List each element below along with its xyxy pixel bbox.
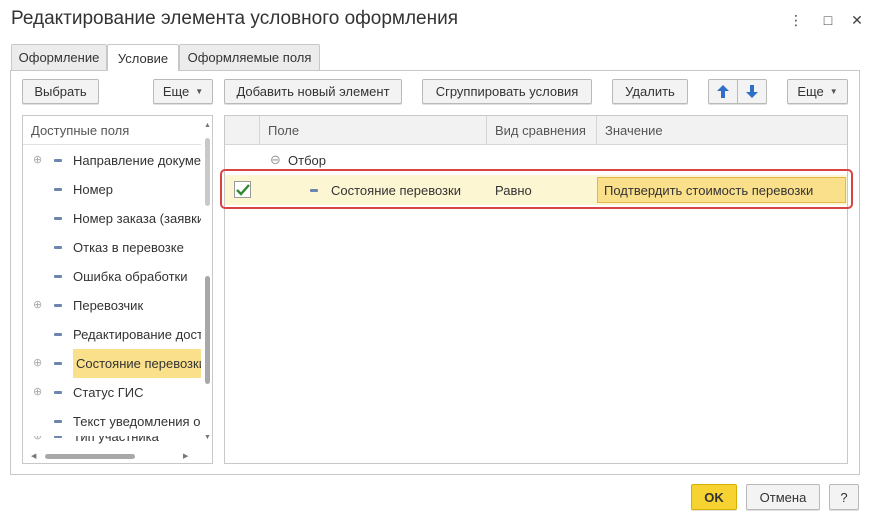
select-button[interactable]: Выбрать (22, 79, 99, 104)
group-row[interactable]: ⊖ Отбор (225, 145, 847, 175)
collapse-icon[interactable]: ⊖ (270, 145, 281, 175)
field-item[interactable]: Ошибка обработки (23, 262, 201, 291)
field-label: Отказ в перевозке (73, 240, 184, 255)
expand-icon[interactable]: ⊕ (33, 436, 42, 442)
field-icon (54, 304, 62, 307)
arrow-down-icon (746, 85, 758, 98)
maximize-icon[interactable]: □ (818, 10, 838, 30)
group-label: Отбор (288, 152, 326, 168)
field-item-selected[interactable]: ⊕ Состояние перевозки (23, 349, 201, 378)
ok-button[interactable]: OK (691, 484, 737, 510)
table-row[interactable]: Состояние перевозки Равно Подтвердить ст… (225, 175, 847, 205)
field-label: Тип участника (73, 436, 159, 444)
field-icon (54, 246, 62, 249)
group-conditions-label: Сгруппировать условия (435, 84, 579, 99)
table-header: Поле Вид сравнения Значение (225, 116, 847, 145)
column-comparison[interactable]: Вид сравнения (486, 116, 596, 145)
field-icon (54, 188, 62, 191)
checkmark-icon (235, 183, 250, 196)
chevron-down-icon: ▼ (195, 87, 204, 96)
help-button[interactable]: ? (829, 484, 859, 510)
expand-icon[interactable]: ⊕ (33, 300, 42, 311)
row-value-field[interactable]: Подтвердить стоимость перевозки (597, 177, 846, 203)
row-field[interactable]: Состояние перевозки (331, 175, 461, 205)
field-label: Текст уведомления о (73, 414, 201, 429)
field-icon (54, 217, 62, 220)
field-item[interactable]: ⊕ Направление документа (23, 146, 201, 175)
scroll-thumb[interactable] (205, 276, 210, 384)
chevron-down-icon: ▼ (829, 87, 838, 96)
field-label: Статус ГИС (73, 385, 144, 400)
field-icon (54, 362, 62, 365)
expand-icon[interactable]: ⊕ (33, 358, 42, 369)
left-more-button[interactable]: Еще ▼ (153, 79, 213, 104)
field-label: Номер (73, 182, 114, 197)
conditions-table[interactable]: Поле Вид сравнения Значение ⊖ Отбор Сост… (224, 115, 848, 464)
delete-label: Удалить (625, 84, 675, 99)
move-up-button[interactable] (708, 79, 738, 104)
field-icon (54, 420, 62, 423)
scroll-up-icon[interactable]: ▲ (204, 122, 211, 130)
help-icon: ? (840, 489, 848, 505)
tab-formatted-fields[interactable]: Оформляемые поля (179, 44, 320, 70)
row-checkbox[interactable] (234, 181, 251, 198)
more-menu-icon[interactable]: ⋮ (786, 10, 806, 30)
tab-appearance[interactable]: Оформление (11, 44, 107, 70)
field-label: Редактирование доступно (73, 327, 201, 342)
add-element-button[interactable]: Добавить новый элемент (224, 79, 402, 104)
expand-icon[interactable]: ⊕ (33, 387, 42, 398)
scroll-left-icon[interactable]: ◀ (31, 453, 36, 461)
field-item[interactable]: ⊕ Тип участника (23, 436, 201, 450)
vertical-scrollbar[interactable]: ▲ ▼ (201, 116, 212, 449)
field-item[interactable]: Редактирование доступно (23, 320, 201, 349)
field-icon (54, 391, 62, 394)
field-label: Ошибка обработки (73, 269, 188, 284)
scroll-right-icon[interactable]: ▶ (183, 453, 188, 461)
field-icon (54, 436, 62, 438)
field-item[interactable]: ⊕ Статус ГИС (23, 378, 201, 407)
field-label: Перевозчик (73, 298, 144, 313)
cancel-label: Отмена (759, 489, 807, 505)
field-item[interactable]: Номер заказа (заявки) (23, 204, 201, 233)
tab-condition[interactable]: Условие (107, 44, 179, 71)
available-fields-tree[interactable]: Доступные поля ⊕ Направление документа Н… (22, 115, 213, 464)
ok-label: OK (704, 489, 724, 505)
column-field[interactable]: Поле (259, 116, 486, 145)
field-icon (310, 189, 318, 192)
column-value[interactable]: Значение (596, 116, 847, 145)
field-item[interactable]: ⊕ Перевозчик (23, 291, 201, 320)
field-label: Направление документа (73, 153, 201, 168)
field-icon (54, 275, 62, 278)
delete-button[interactable]: Удалить (612, 79, 688, 104)
field-item[interactable]: Текст уведомления о (23, 407, 201, 436)
left-more-label: Еще (162, 84, 190, 99)
available-fields-header: Доступные поля (23, 116, 201, 145)
field-item[interactable]: Номер (23, 175, 201, 204)
right-more-button[interactable]: Еще ▼ (787, 79, 848, 104)
scroll-track (205, 138, 210, 206)
field-icon (54, 159, 62, 162)
field-label: Номер заказа (заявки) (73, 211, 201, 226)
field-icon (54, 333, 62, 336)
move-down-button[interactable] (737, 79, 767, 104)
expand-icon[interactable]: ⊕ (33, 155, 42, 166)
horizontal-scrollbar[interactable]: ◀ ▶ (23, 449, 201, 463)
field-label: Состояние перевозки (73, 349, 201, 378)
cancel-button[interactable]: Отмена (746, 484, 820, 510)
row-comparison[interactable]: Равно (495, 175, 532, 205)
right-more-label: Еще (797, 84, 824, 99)
add-element-label: Добавить новый элемент (236, 84, 390, 99)
close-icon[interactable]: ✕ (847, 10, 867, 30)
scroll-thumb[interactable] (45, 454, 135, 459)
group-conditions-button[interactable]: Сгруппировать условия (422, 79, 592, 104)
row-value: Подтвердить стоимость перевозки (604, 182, 814, 198)
field-item[interactable]: Отказ в перевозке (23, 233, 201, 262)
scroll-down-icon[interactable]: ▼ (204, 434, 211, 442)
window-title: Редактирование элемента условного оформл… (11, 8, 459, 29)
select-button-label: Выбрать (34, 84, 87, 99)
arrow-up-icon (717, 85, 729, 98)
